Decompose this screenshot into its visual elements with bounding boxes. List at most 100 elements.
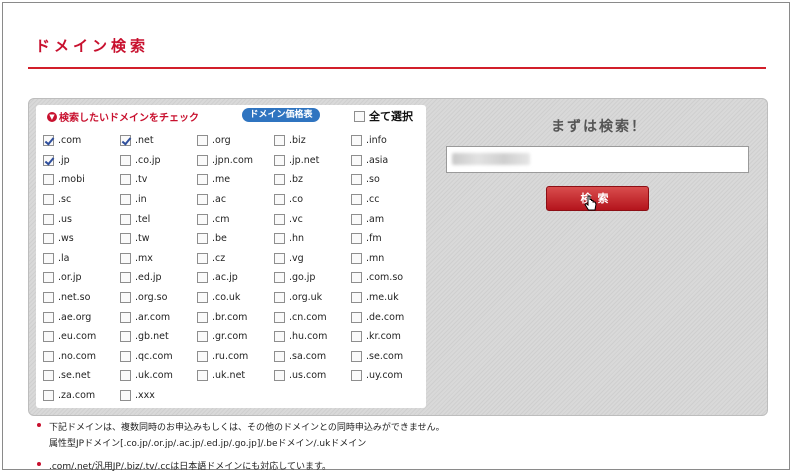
domain-checkbox[interactable] bbox=[274, 272, 285, 284]
domain-checkbox[interactable] bbox=[120, 213, 131, 225]
domain-checkbox[interactable] bbox=[351, 331, 362, 343]
domain-checkbox[interactable] bbox=[43, 390, 54, 402]
domain-option[interactable]: .de.com bbox=[351, 307, 428, 327]
domain-checkbox[interactable] bbox=[43, 135, 54, 147]
domain-option[interactable]: .org.uk bbox=[274, 288, 351, 308]
domain-option[interactable]: .org.so bbox=[120, 288, 197, 308]
domain-checkbox[interactable] bbox=[120, 154, 131, 166]
domain-option[interactable]: .be bbox=[197, 229, 274, 249]
domain-checkbox[interactable] bbox=[197, 233, 208, 245]
domain-option[interactable]: .bz bbox=[274, 170, 351, 190]
domain-checkbox[interactable] bbox=[197, 311, 208, 323]
domain-checkbox[interactable] bbox=[197, 272, 208, 284]
domain-checkbox[interactable] bbox=[351, 370, 362, 382]
domain-checkbox[interactable] bbox=[351, 154, 362, 166]
domain-checkbox[interactable] bbox=[120, 390, 131, 402]
domain-option[interactable]: .us bbox=[43, 209, 120, 229]
domain-option[interactable]: .net.so bbox=[43, 288, 120, 308]
domain-checkbox[interactable] bbox=[274, 311, 285, 323]
domain-option[interactable]: .vc bbox=[274, 209, 351, 229]
domain-option[interactable]: .info bbox=[351, 131, 428, 151]
domain-checkbox[interactable] bbox=[197, 135, 208, 147]
domain-checkbox[interactable] bbox=[120, 135, 131, 147]
domain-option[interactable]: .sa.com bbox=[274, 347, 351, 367]
domain-option[interactable]: .am bbox=[351, 209, 428, 229]
domain-checkbox[interactable] bbox=[274, 292, 285, 304]
domain-checkbox[interactable] bbox=[351, 350, 362, 362]
domain-checkbox[interactable] bbox=[197, 331, 208, 343]
domain-checkbox[interactable] bbox=[120, 272, 131, 284]
domain-price-list-button[interactable]: ドメイン価格表 bbox=[242, 108, 320, 122]
domain-option[interactable]: .com bbox=[43, 131, 120, 151]
domain-checkbox[interactable] bbox=[351, 311, 362, 323]
domain-checkbox[interactable] bbox=[197, 213, 208, 225]
domain-option[interactable]: .co bbox=[274, 190, 351, 210]
domain-checkbox[interactable] bbox=[274, 252, 285, 264]
domain-option[interactable]: .uy.com bbox=[351, 366, 428, 386]
domain-option[interactable]: .uk.com bbox=[120, 366, 197, 386]
domain-checkbox[interactable] bbox=[43, 252, 54, 264]
domain-checkbox[interactable] bbox=[197, 350, 208, 362]
domain-checkbox[interactable] bbox=[120, 233, 131, 245]
domain-option[interactable]: .cm bbox=[197, 209, 274, 229]
domain-option[interactable]: .vg bbox=[274, 249, 351, 269]
domain-checkbox[interactable] bbox=[274, 174, 285, 186]
domain-option[interactable]: .hu.com bbox=[274, 327, 351, 347]
domain-checkbox[interactable] bbox=[43, 233, 54, 245]
domain-option[interactable]: .jp bbox=[43, 151, 120, 171]
domain-checkbox[interactable] bbox=[43, 292, 54, 304]
domain-option[interactable]: .tv bbox=[120, 170, 197, 190]
domain-option[interactable]: .me.uk bbox=[351, 288, 428, 308]
select-all-checkbox-group[interactable]: 全て選択 bbox=[354, 108, 413, 124]
domain-checkbox[interactable] bbox=[43, 350, 54, 362]
domain-option[interactable]: .co.uk bbox=[197, 288, 274, 308]
select-all-checkbox[interactable] bbox=[354, 110, 365, 122]
domain-checkbox[interactable] bbox=[274, 233, 285, 245]
domain-option[interactable]: .mn bbox=[351, 249, 428, 269]
domain-option[interactable]: .kr.com bbox=[351, 327, 428, 347]
domain-option[interactable]: .org bbox=[197, 131, 274, 151]
domain-option[interactable]: .ru.com bbox=[197, 347, 274, 367]
domain-option[interactable]: .xxx bbox=[120, 386, 197, 406]
domain-checkbox[interactable] bbox=[274, 194, 285, 206]
domain-option[interactable]: .ac bbox=[197, 190, 274, 210]
domain-checkbox[interactable] bbox=[43, 174, 54, 186]
domain-option[interactable]: .se.com bbox=[351, 347, 428, 367]
domain-checkbox[interactable] bbox=[351, 174, 362, 186]
domain-checkbox[interactable] bbox=[197, 252, 208, 264]
domain-option[interactable]: .gb.net bbox=[120, 327, 197, 347]
domain-option[interactable]: .ws bbox=[43, 229, 120, 249]
domain-checkbox[interactable] bbox=[351, 135, 362, 147]
domain-checkbox[interactable] bbox=[43, 331, 54, 343]
domain-checkbox[interactable] bbox=[43, 213, 54, 225]
domain-option[interactable]: .go.jp bbox=[274, 268, 351, 288]
domain-checkbox[interactable] bbox=[120, 194, 131, 206]
domain-checkbox[interactable] bbox=[120, 350, 131, 362]
domain-option[interactable]: .net bbox=[120, 131, 197, 151]
domain-option[interactable]: .se.net bbox=[43, 366, 120, 386]
domain-option[interactable]: .za.com bbox=[43, 386, 120, 406]
domain-option[interactable]: .so bbox=[351, 170, 428, 190]
domain-checkbox[interactable] bbox=[274, 154, 285, 166]
domain-option[interactable]: .gr.com bbox=[197, 327, 274, 347]
domain-checkbox[interactable] bbox=[274, 350, 285, 362]
domain-option[interactable]: .biz bbox=[274, 131, 351, 151]
domain-option[interactable]: .tw bbox=[120, 229, 197, 249]
domain-checkbox[interactable] bbox=[197, 154, 208, 166]
domain-option[interactable]: .uk.net bbox=[197, 366, 274, 386]
domain-option[interactable]: .jp.net bbox=[274, 151, 351, 171]
domain-option[interactable]: .com.so bbox=[351, 268, 428, 288]
domain-option[interactable]: .eu.com bbox=[43, 327, 120, 347]
domain-option[interactable]: .ac.jp bbox=[197, 268, 274, 288]
domain-option[interactable]: .sc bbox=[43, 190, 120, 210]
domain-checkbox[interactable] bbox=[43, 370, 54, 382]
domain-option[interactable]: .no.com bbox=[43, 347, 120, 367]
domain-checkbox[interactable] bbox=[274, 331, 285, 343]
domain-option[interactable]: .jpn.com bbox=[197, 151, 274, 171]
domain-checkbox[interactable] bbox=[274, 213, 285, 225]
domain-option[interactable]: .cn.com bbox=[274, 307, 351, 327]
domain-checkbox[interactable] bbox=[351, 194, 362, 206]
domain-checkbox[interactable] bbox=[274, 135, 285, 147]
domain-option[interactable]: .mx bbox=[120, 249, 197, 269]
domain-checkbox[interactable] bbox=[120, 292, 131, 304]
